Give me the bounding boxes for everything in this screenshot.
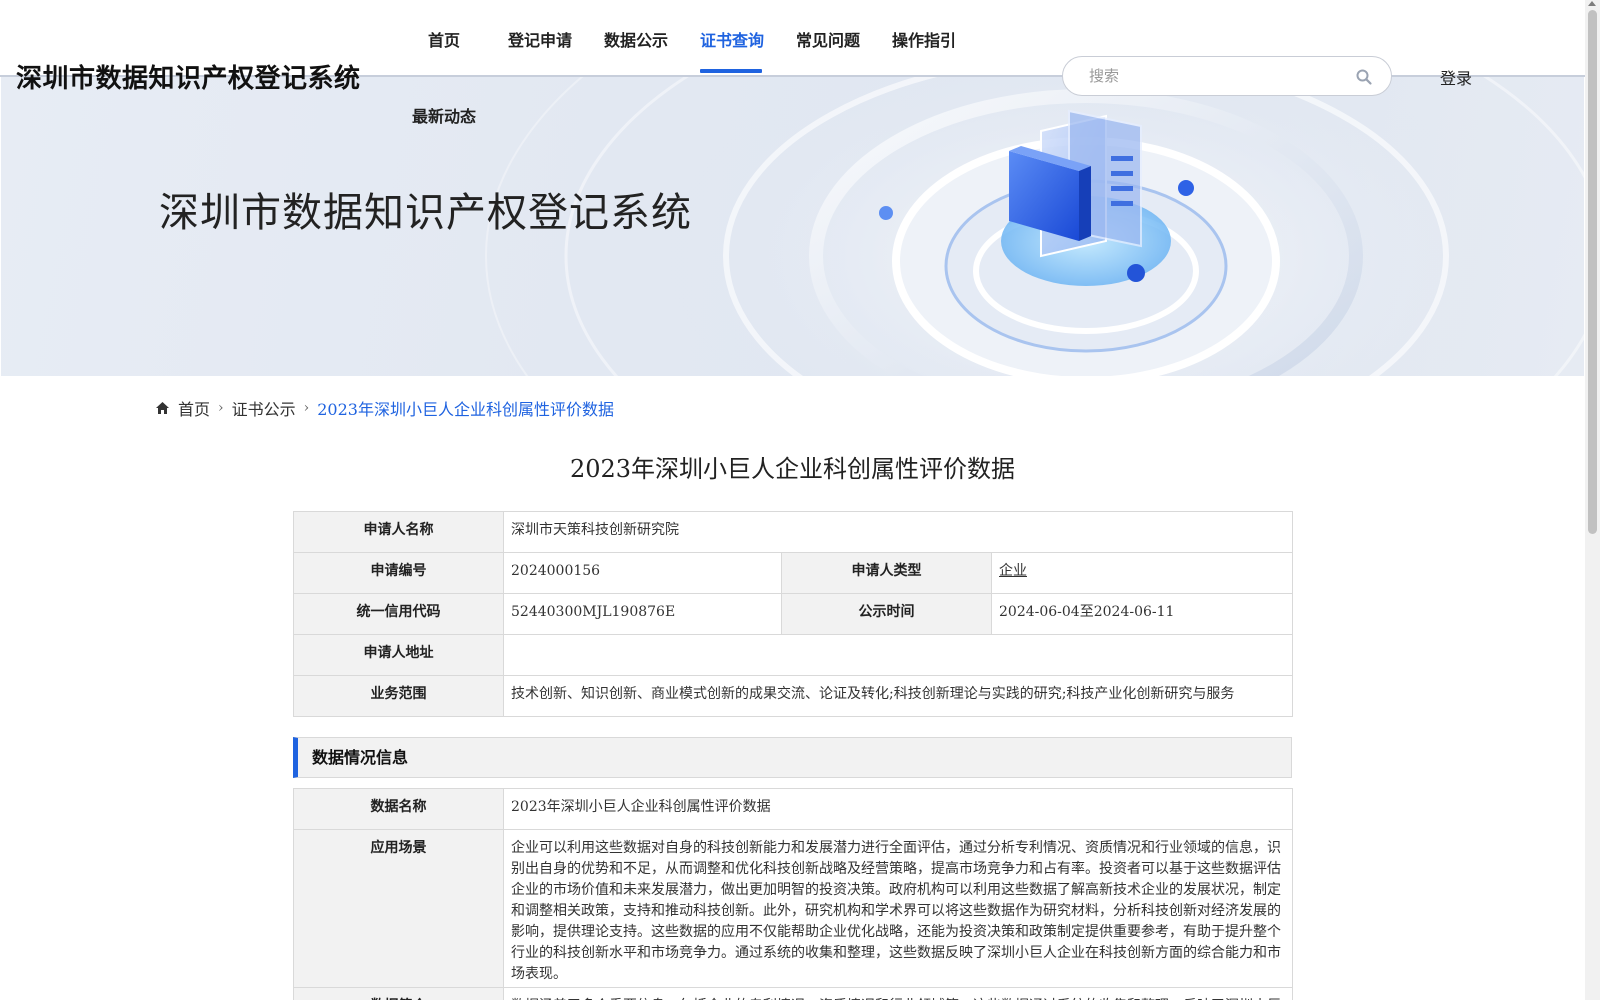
data-info-section-header: 数据情况信息 bbox=[293, 737, 1292, 778]
table-row: 申请编号 2024000156 申请人类型 企业 bbox=[293, 552, 1293, 594]
data-info-table: 数据名称 2023年深圳小巨人企业科创属性评价数据 应用场景 企业可以利用这些数… bbox=[293, 788, 1293, 1000]
breadcrumb: 首页 › 证书公示 › 2023年深圳小巨人企业科创属性评价数据 bbox=[155, 396, 614, 420]
application-number-label: 申请编号 bbox=[293, 552, 504, 594]
page-scrollbar[interactable] bbox=[1585, 0, 1600, 1000]
search-box bbox=[1062, 56, 1392, 96]
nav-data-publicity[interactable]: 数据公示 bbox=[604, 27, 668, 51]
banner-title: 深圳市数据知识产权登记系统 bbox=[159, 190, 692, 236]
nav-guide[interactable]: 操作指引 bbox=[892, 27, 956, 51]
table-row: 数据简介 数据涵盖了多个重要信息，包括企业的专利情况、资质情况和行业领域等。这些… bbox=[293, 987, 1293, 1000]
publicity-time-value: 2024-06-04至2024-06-11 bbox=[991, 593, 1293, 635]
data-name-value: 2023年深圳小巨人企业科创属性评价数据 bbox=[503, 788, 1293, 830]
scrollbar-thumb[interactable] bbox=[1588, 10, 1597, 534]
applicant-type-value[interactable]: 企业 bbox=[999, 563, 1027, 579]
application-number-value: 2024000156 bbox=[503, 552, 782, 594]
credit-code-label: 统一信用代码 bbox=[293, 593, 504, 635]
application-scenario-value: 企业可以利用这些数据对自身的科技创新能力和发展潜力进行全面评估，通过分析专利情况… bbox=[503, 829, 1293, 988]
chevron-right-icon: › bbox=[303, 400, 310, 416]
data-intro-value: 数据涵盖了多个重要信息，包括企业的专利情况、资质情况和行业领域等。这些数据通过系… bbox=[503, 987, 1293, 1000]
publicity-time-label: 公示时间 bbox=[781, 593, 992, 635]
table-row: 数据名称 2023年深圳小巨人企业科创属性评价数据 bbox=[293, 788, 1293, 830]
business-scope-label: 业务范围 bbox=[293, 675, 504, 717]
table-row: 申请人名称 深圳市天策科技创新研究院 bbox=[293, 511, 1293, 553]
table-row: 应用场景 企业可以利用这些数据对自身的科技创新能力和发展潜力进行全面评估，通过分… bbox=[293, 829, 1293, 988]
search-input[interactable] bbox=[1063, 67, 1333, 85]
nav-faq[interactable]: 常见问题 bbox=[796, 27, 860, 51]
site-title: 深圳市数据知识产权登记系统 bbox=[16, 64, 361, 94]
nav-certificate-query[interactable]: 证书查询 bbox=[700, 27, 764, 51]
applicant-info-table: 申请人名称 深圳市天策科技创新研究院 申请编号 2024000156 申请人类型… bbox=[293, 511, 1293, 717]
applicant-name-value: 深圳市天策科技创新研究院 bbox=[503, 511, 1293, 553]
page-title: 2023年深圳小巨人企业科创属性评价数据 bbox=[569, 455, 1016, 483]
chevron-right-icon: › bbox=[218, 400, 224, 416]
business-scope-value: 技术创新、知识创新、商业模式创新的成果交流、论证及转化;科技创新理论与实践的研究… bbox=[503, 675, 1293, 717]
applicant-type-label: 申请人类型 bbox=[781, 552, 992, 594]
nav-active-indicator bbox=[700, 69, 762, 73]
home-icon bbox=[156, 402, 169, 414]
credit-code-value: 52440300MJL190876E bbox=[503, 593, 782, 635]
search-icon[interactable] bbox=[1355, 68, 1373, 86]
nav-register-apply[interactable]: 登记申请 bbox=[508, 27, 572, 51]
breadcrumb-section[interactable]: 证书公示 bbox=[232, 396, 296, 420]
applicant-name-label: 申请人名称 bbox=[293, 511, 504, 553]
table-row: 业务范围 技术创新、知识创新、商业模式创新的成果交流、论证及转化;科技创新理论与… bbox=[293, 675, 1293, 717]
table-row: 申请人地址 bbox=[293, 634, 1293, 676]
applicant-address-label: 申请人地址 bbox=[293, 634, 504, 676]
data-name-label: 数据名称 bbox=[293, 788, 504, 830]
table-row: 统一信用代码 52440300MJL190876E 公示时间 2024-06-0… bbox=[293, 593, 1293, 635]
data-intro-label: 数据简介 bbox=[293, 987, 504, 1000]
nav-latest-news[interactable]: 最新动态 bbox=[412, 103, 476, 127]
breadcrumb-home[interactable]: 首页 bbox=[178, 396, 210, 420]
breadcrumb-current: 2023年深圳小巨人企业科创属性评价数据 bbox=[317, 400, 614, 419]
application-scenario-label: 应用场景 bbox=[293, 829, 504, 988]
main-nav: 首页 登记申请 数据公示 证书查询 常见问题 操作指引 最新动态 bbox=[402, 0, 962, 130]
nav-home[interactable]: 首页 bbox=[428, 27, 460, 51]
applicant-address-value bbox=[503, 634, 1293, 676]
scroll-up-arrow-icon[interactable] bbox=[1588, 1, 1596, 6]
login-link[interactable]: 登录 bbox=[1440, 65, 1472, 89]
